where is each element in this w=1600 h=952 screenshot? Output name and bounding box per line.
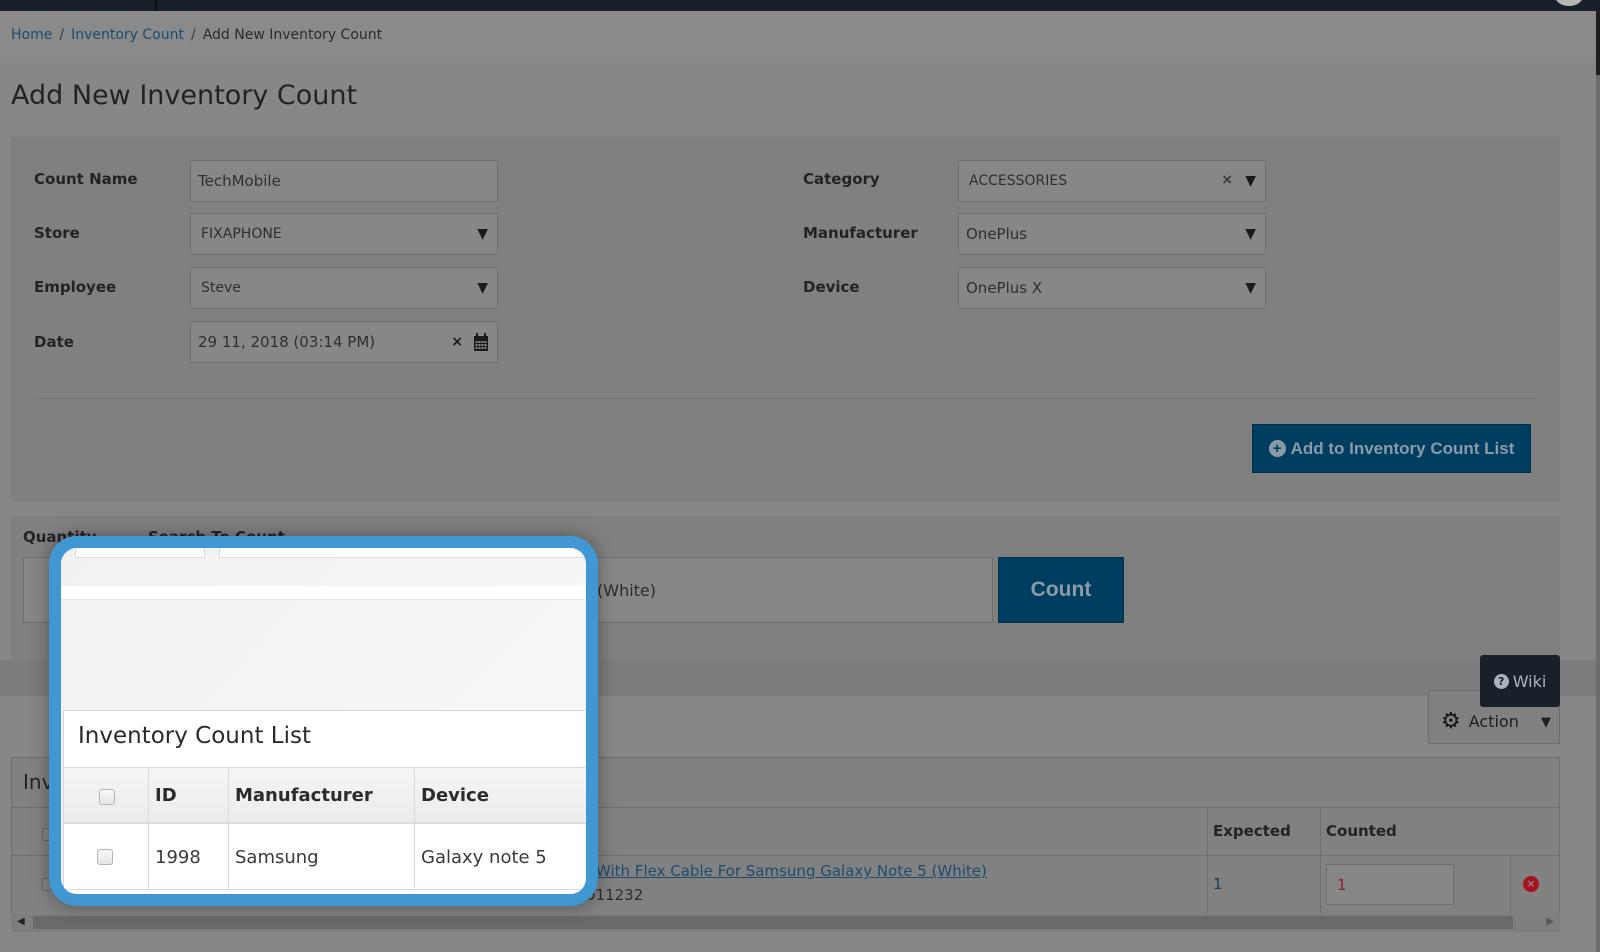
navbar-divider bbox=[155, 0, 157, 11]
store-value: FIXAPHONE bbox=[201, 226, 282, 242]
employee-value: Steve bbox=[201, 280, 241, 296]
column-header-manufacturer[interactable]: Manufacturer bbox=[235, 785, 373, 806]
column-header-device[interactable]: Device bbox=[421, 785, 489, 806]
store-label: Store bbox=[34, 224, 80, 242]
callout-band bbox=[61, 586, 586, 600]
chevron-down-icon: ▼ bbox=[1245, 226, 1256, 242]
table-horizontal-scrollbar[interactable]: ◀ ▶ bbox=[11, 914, 1560, 932]
counted-value: 1 bbox=[1337, 875, 1347, 894]
row-id: 1998 bbox=[155, 847, 201, 868]
user-avatar[interactable] bbox=[1555, 0, 1583, 6]
search-value: (White) bbox=[597, 580, 657, 600]
callout-row-checkbox[interactable] bbox=[97, 849, 113, 865]
counted-input[interactable]: 1 bbox=[1326, 864, 1454, 905]
gear-icon: ⚙ bbox=[1441, 708, 1461, 734]
plus-circle-icon: + bbox=[1268, 440, 1286, 457]
breadcrumb-separator: / bbox=[190, 26, 196, 43]
callout-search-input bbox=[219, 548, 586, 558]
column-divider bbox=[414, 767, 415, 890]
chevron-down-icon: ▼ bbox=[1245, 173, 1256, 189]
date-value: 29 11, 2018 (03:14 PM) bbox=[198, 333, 376, 351]
chevron-down-icon: ▼ bbox=[1245, 280, 1256, 296]
scroll-left-icon[interactable]: ◀ bbox=[17, 916, 25, 927]
wiki-button[interactable]: ? Wiki bbox=[1480, 655, 1560, 707]
column-divider bbox=[1510, 856, 1511, 914]
action-label: Action bbox=[1468, 711, 1519, 731]
clear-category-icon[interactable]: × bbox=[1221, 172, 1233, 188]
product-link[interactable]: With Flex Cable For Samsung Galaxy Note … bbox=[596, 862, 987, 880]
column-header-expected[interactable]: Expected bbox=[1213, 822, 1291, 840]
question-circle-icon: ? bbox=[1493, 673, 1509, 689]
column-divider bbox=[148, 767, 149, 890]
store-select[interactable]: FIXAPHONE ▼ bbox=[190, 213, 498, 255]
breadcrumb-inventory-count[interactable]: Inventory Count bbox=[71, 27, 184, 43]
zoom-callout: Inventory Count List ID Manufacturer Dev… bbox=[49, 536, 598, 906]
callout-inventory-list-title: Inventory Count List bbox=[78, 723, 311, 749]
column-divider bbox=[1207, 807, 1208, 914]
form-divider bbox=[34, 398, 1536, 399]
callout-quantity-input bbox=[75, 548, 205, 558]
column-divider bbox=[228, 767, 229, 890]
expected-value: 1 bbox=[1213, 875, 1223, 893]
breadcrumb-current: Add New Inventory Count bbox=[202, 26, 383, 43]
clear-date-icon[interactable]: × bbox=[451, 334, 463, 350]
page-title: Add New Inventory Count bbox=[11, 80, 358, 111]
table-row: 1998 Samsung Galaxy note 5 bbox=[64, 826, 586, 890]
device-value: OnePlus X bbox=[966, 279, 1043, 297]
calendar-icon[interactable] bbox=[473, 333, 489, 352]
manufacturer-select[interactable]: OnePlus ▼ bbox=[958, 213, 1266, 255]
top-navbar bbox=[0, 0, 1600, 11]
device-label: Device bbox=[803, 278, 860, 296]
chevron-down-icon: ▼ bbox=[477, 280, 488, 296]
employee-select[interactable]: Steve ▼ bbox=[190, 267, 498, 309]
callout-select-all-checkbox[interactable] bbox=[99, 789, 115, 805]
category-select[interactable]: ACCESSORIES × ▼ bbox=[958, 160, 1266, 202]
breadcrumb-separator: / bbox=[59, 26, 65, 43]
count-button[interactable]: Count bbox=[998, 557, 1124, 623]
scrollbar-thumb[interactable] bbox=[1596, 11, 1600, 75]
callout-inventory-list-panel: Inventory Count List ID Manufacturer Dev… bbox=[63, 710, 586, 894]
date-input[interactable]: 29 11, 2018 (03:14 PM) × bbox=[190, 321, 498, 363]
employee-label: Employee bbox=[34, 278, 117, 296]
count-name-value: TechMobile bbox=[198, 172, 281, 190]
column-header-counted[interactable]: Counted bbox=[1326, 822, 1397, 840]
column-header-id[interactable]: ID bbox=[155, 785, 177, 806]
count-name-label: Count Name bbox=[34, 170, 138, 188]
row-device: Galaxy note 5 bbox=[421, 847, 547, 868]
category-label: Category bbox=[803, 170, 880, 188]
column-divider bbox=[1320, 807, 1321, 914]
scrollbar-track[interactable] bbox=[33, 916, 1513, 929]
scroll-right-icon[interactable]: ▶ bbox=[1546, 916, 1554, 927]
page-scrollbar[interactable] bbox=[1596, 11, 1600, 952]
wiki-label: Wiki bbox=[1512, 671, 1547, 691]
row-manufacturer: Samsung bbox=[235, 847, 319, 868]
count-name-input[interactable]: TechMobile bbox=[190, 160, 498, 202]
breadcrumb-home[interactable]: Home bbox=[11, 27, 52, 43]
add-button-label: Add to Inventory Count List bbox=[1290, 438, 1515, 458]
breadcrumb: Home / Inventory Count / Add New Invento… bbox=[0, 11, 1596, 58]
category-value: ACCESSORIES bbox=[969, 173, 1068, 189]
device-select[interactable]: OnePlus X ▼ bbox=[958, 267, 1266, 309]
add-to-inventory-count-list-button[interactable]: + Add to Inventory Count List bbox=[1252, 424, 1531, 473]
callout-table-header: ID Manufacturer Device bbox=[64, 767, 586, 824]
date-label: Date bbox=[34, 333, 74, 351]
manufacturer-value: OnePlus bbox=[966, 225, 1028, 243]
callout-content: Inventory Count List ID Manufacturer Dev… bbox=[61, 548, 586, 894]
manufacturer-label: Manufacturer bbox=[803, 224, 918, 242]
remove-row-icon[interactable]: × bbox=[1523, 876, 1539, 892]
chevron-down-icon: ▼ bbox=[477, 226, 488, 242]
chevron-down-icon: ▼ bbox=[1541, 715, 1551, 730]
